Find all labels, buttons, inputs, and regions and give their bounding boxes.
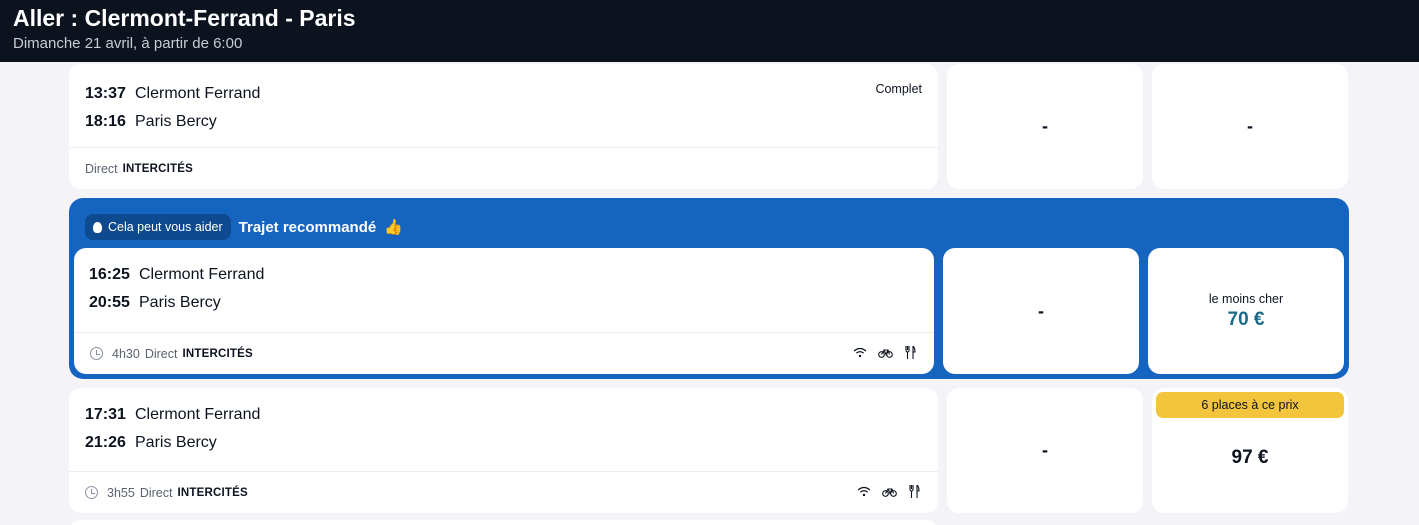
connection-type: Direct bbox=[139, 485, 173, 500]
price-value: - bbox=[1042, 440, 1048, 460]
price-cell-class-2[interactable]: - bbox=[1152, 64, 1348, 189]
arrival-row: 20:55 Paris Bercy bbox=[89, 289, 264, 317]
trip-times: 16:25 Clermont Ferrand 20:55 Paris Bercy bbox=[89, 261, 264, 317]
arrival-station: Paris Bercy bbox=[135, 434, 217, 451]
arrival-row: 18:16 Paris Bercy bbox=[85, 108, 260, 136]
page-header: Aller : Clermont-Ferrand - Paris Dimanch… bbox=[0, 0, 1419, 62]
trip-footer: Direct INTERCITÉS bbox=[69, 147, 938, 189]
price-cell-class-1[interactable]: - bbox=[947, 64, 1143, 189]
cheapest-label: le moins cher bbox=[1208, 291, 1284, 306]
duration: 3h55 bbox=[107, 485, 135, 500]
help-label: Cela peut vous aider bbox=[108, 220, 223, 234]
restaurant-icon bbox=[906, 483, 922, 501]
price-cell-class-2[interactable]: le moins cher 70 € bbox=[1148, 248, 1344, 374]
connection-type: Direct bbox=[144, 346, 178, 361]
amenities bbox=[856, 483, 922, 501]
recommended-title: Trajet recommandé bbox=[238, 218, 377, 236]
departure-row: 16:25 Clermont Ferrand bbox=[89, 261, 264, 289]
wifi-icon bbox=[856, 485, 872, 500]
arrival-station: Paris Bercy bbox=[135, 113, 217, 130]
page-subtitle: Dimanche 21 avril, à partir de 6:00 bbox=[13, 35, 243, 52]
thumbs-up-icon: 👍 bbox=[384, 219, 403, 236]
arrival-time: 18:16 bbox=[85, 113, 126, 130]
trip-card[interactable]: 16:25 Clermont Ferrand 20:55 Paris Bercy… bbox=[74, 248, 934, 374]
trip-card-partial[interactable] bbox=[69, 520, 938, 525]
page-title: Aller : Clermont-Ferrand - Paris bbox=[13, 5, 356, 31]
operator-label: INTERCITÉS bbox=[177, 486, 248, 499]
arrival-time: 21:26 bbox=[85, 434, 126, 451]
trip-card[interactable]: 13:37 Clermont Ferrand 18:16 Paris Bercy… bbox=[69, 64, 938, 189]
lightbulb-icon bbox=[93, 221, 102, 233]
price-value: - bbox=[1042, 116, 1048, 136]
price-value: 70 € bbox=[1227, 308, 1265, 330]
arrival-row: 21:26 Paris Bercy bbox=[85, 429, 260, 457]
departure-row: 13:37 Clermont Ferrand bbox=[85, 80, 260, 108]
price-value: - bbox=[1247, 116, 1253, 136]
bike-icon bbox=[881, 485, 897, 500]
status-label: Complet bbox=[875, 82, 922, 96]
trip-times: 17:31 Clermont Ferrand 21:26 Paris Bercy bbox=[85, 401, 260, 457]
bike-icon bbox=[877, 346, 893, 361]
connection-type: Direct bbox=[85, 161, 118, 176]
price-cell-class-2[interactable]: 6 places à ce prix 97 € bbox=[1152, 388, 1348, 513]
price-cell-class-1[interactable]: - bbox=[943, 248, 1139, 374]
trip-times: 13:37 Clermont Ferrand 18:16 Paris Bercy bbox=[85, 80, 260, 136]
recommended-header: Cela peut vous aider Trajet recommandé 👍 bbox=[85, 214, 403, 240]
restaurant-icon bbox=[902, 344, 918, 362]
price-value: 97 € bbox=[1231, 446, 1269, 468]
departure-row: 17:31 Clermont Ferrand bbox=[85, 401, 260, 429]
operator-label: INTERCITÉS bbox=[182, 347, 253, 360]
departure-station: Clermont Ferrand bbox=[139, 266, 265, 283]
duration: 4h30 bbox=[112, 346, 140, 361]
wifi-icon bbox=[852, 346, 868, 361]
departure-time: 16:25 bbox=[89, 266, 130, 283]
operator-label: INTERCITÉS bbox=[122, 162, 194, 175]
departure-station: Clermont Ferrand bbox=[135, 406, 261, 423]
clock-icon bbox=[90, 347, 103, 360]
clock-icon bbox=[85, 486, 98, 499]
availability-badge: 6 places à ce prix bbox=[1156, 392, 1344, 418]
arrival-station: Paris Bercy bbox=[139, 294, 221, 311]
departure-time: 17:31 bbox=[85, 406, 126, 423]
trip-footer: 4h30 Direct INTERCITÉS bbox=[74, 332, 934, 374]
help-pill[interactable]: Cela peut vous aider bbox=[85, 214, 231, 240]
departure-time: 13:37 bbox=[85, 85, 126, 102]
departure-station: Clermont Ferrand bbox=[135, 85, 261, 102]
arrival-time: 20:55 bbox=[89, 294, 130, 311]
amenities bbox=[852, 344, 918, 362]
trip-footer: 3h55 Direct INTERCITÉS bbox=[69, 471, 938, 513]
price-cell-class-1[interactable]: - bbox=[947, 388, 1143, 513]
price-value: - bbox=[1038, 300, 1044, 321]
trip-card[interactable]: 17:31 Clermont Ferrand 21:26 Paris Bercy… bbox=[69, 388, 938, 513]
